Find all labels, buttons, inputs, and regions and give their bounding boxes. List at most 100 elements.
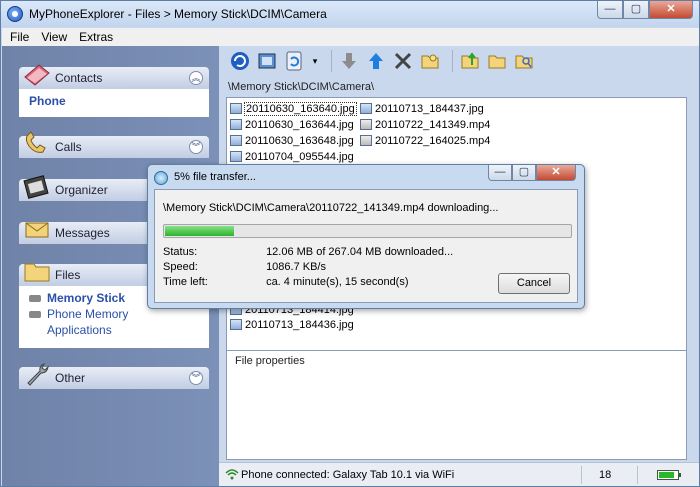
file-item[interactable]: 20110630_163640.jpg [230,101,357,116]
sidebar-item-phone[interactable]: Phone [29,93,199,109]
title-bar: MyPhoneExplorer - Files > Memory Stick\D… [1,1,699,27]
close-button[interactable]: ✕ [649,1,693,19]
status-bar: Phone connected: Galaxy Tab 10.1 via WiF… [219,462,699,486]
file-name: 20110722_141349.mp4 [375,118,491,131]
messages-label: Messages [55,226,110,240]
minimize-button[interactable]: — [597,1,623,19]
contacts-header[interactable]: Contacts ︽ [19,64,209,89]
file-item[interactable]: 20110722_141349.mp4 [360,117,490,132]
image-file-icon [230,151,242,162]
sidebar-item-applications[interactable]: Applications [29,322,199,338]
contacts-label: Contacts [55,71,103,85]
transfer-progress-bar [163,224,572,238]
contacts-panel: Contacts ︽ Phone [19,64,209,117]
battery-icon [657,470,681,480]
calls-panel: Calls ︾ [19,131,209,158]
dialog-minimize-button[interactable]: — [488,165,512,181]
status-value: 12.06 MB of 267.04 MB downloaded... [266,246,454,258]
other-label: Other [55,371,86,385]
chevron-up-icon[interactable]: ︽ [189,71,203,85]
status-separator [637,466,638,484]
speed-row: Speed: 1086.7 KB/s [163,261,326,273]
window-title: MyPhoneExplorer - Files > Memory Stick\D… [29,7,327,21]
image-file-icon [230,135,242,146]
maximize-button[interactable]: ▢ [623,1,649,19]
battery-level [659,472,674,478]
calls-header[interactable]: Calls ︾ [19,131,209,158]
file-item[interactable]: 20110713_184437.jpg [360,101,484,116]
sidebar-item-label: Phone Memory [47,307,129,321]
other-panel: Other ︾ [19,363,209,389]
file-properties-label: File properties [235,355,305,367]
file-item[interactable]: 20110630_163644.jpg [230,117,354,132]
file-item[interactable]: 20110722_164025.mp4 [360,133,490,148]
menu-file[interactable]: File [10,28,29,46]
file-name: 20110630_163640.jpg [244,101,357,116]
time-value: ca. 4 minute(s), 15 second(s) [266,276,409,288]
file-count: 18 [599,469,612,481]
toolbar-separator [452,50,453,72]
file-name: 20110713_184436.jpg [245,318,354,331]
file-transfer-dialog: 5% file transfer... — ▢ ✕ \Memory Stick\… [147,164,585,309]
connection-status: Phone connected: Galaxy Tab 10.1 via WiF… [241,469,455,481]
dropdown-icon[interactable]: ▾ [310,50,320,72]
speed-label: Speed: [163,261,198,273]
file-item[interactable]: 20110630_163648.jpg [230,133,354,148]
folder-icon[interactable] [486,50,508,72]
calls-label: Calls [55,140,82,154]
organizer-label: Organizer [55,183,108,197]
transfer-icon [154,171,168,185]
folder-icon [24,263,50,282]
menu-bar: File View Extras [2,28,699,46]
toolbar-separator [331,50,332,72]
video-file-icon [360,135,372,146]
image-file-icon [230,319,242,330]
file-item[interactable]: 20110704_095544.jpg [230,149,354,164]
image-file-icon [230,103,242,114]
main-window: MyPhoneExplorer - Files > Memory Stick\D… [0,0,700,487]
folder-up-icon[interactable] [459,50,481,72]
cancel-button[interactable]: Cancel [498,273,570,294]
speed-value: 1086.7 KB/s [266,261,326,273]
file-item[interactable]: 20110713_184436.jpg [230,317,354,332]
memory-card-icon [29,294,41,302]
file-name: 20110722_164025.mp4 [375,134,491,147]
status-label: Status: [163,246,198,258]
phone-memory-icon [29,310,41,318]
status-separator [581,466,582,484]
sync-icon[interactable] [256,50,278,72]
time-label: Time left: [163,276,208,288]
new-folder-icon[interactable] [419,50,441,72]
wifi-icon [225,468,239,483]
video-file-icon [360,119,372,130]
file-name: 20110713_184437.jpg [375,102,484,115]
dialog-body: \Memory Stick\DCIM\Camera\20110722_14134… [154,189,578,303]
upload-icon[interactable] [365,50,387,72]
calendar-icon [23,175,49,199]
refresh-icon[interactable] [229,50,251,72]
wrench-icon [27,363,49,386]
dialog-close-button[interactable]: ✕ [536,165,576,181]
status-row: Status: 12.06 MB of 267.04 MB downloaded… [163,246,453,258]
file-name: 20110630_163644.jpg [245,118,354,131]
current-path: \Memory Stick\DCIM\Camera\ [228,81,375,93]
other-header[interactable]: Other ︾ [19,363,209,389]
chevron-down-icon[interactable]: ︾ [189,140,203,154]
sidebar-item-label: Memory Stick [47,291,126,305]
folder-search-icon[interactable] [513,50,535,72]
toolbar: ▾ [223,46,699,76]
image-file-icon [360,103,372,114]
envelope-icon [25,222,49,238]
download-icon[interactable] [338,50,360,72]
file-properties-panel: File properties [226,350,687,460]
app-logo-icon [7,6,23,22]
delete-icon[interactable] [392,50,414,72]
menu-view[interactable]: View [41,28,67,46]
time-row: Time left: ca. 4 minute(s), 15 second(s) [163,276,409,288]
dialog-maximize-button[interactable]: ▢ [512,165,536,181]
files-label: Files [55,268,81,282]
menu-extras[interactable]: Extras [79,28,113,46]
reload-icon[interactable] [283,50,305,72]
contacts-book-icon [24,64,50,86]
chevron-down-icon[interactable]: ︾ [189,371,203,385]
